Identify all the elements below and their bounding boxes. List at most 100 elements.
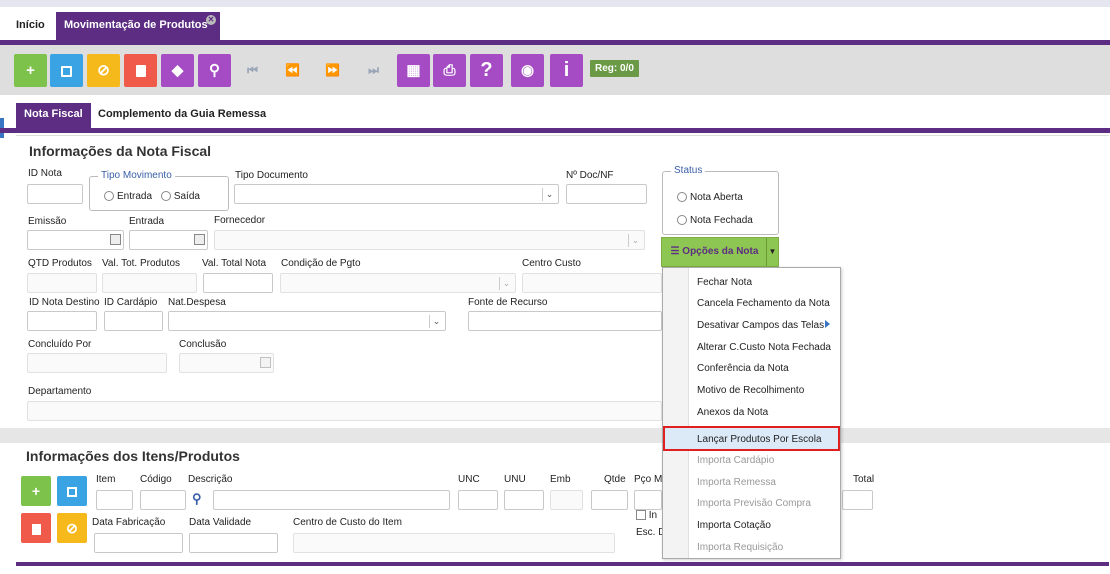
tipo-movimento-group: Tipo Movimento Entrada Saída <box>89 170 229 211</box>
fornecedor-select[interactable]: ⌄ <box>214 230 645 250</box>
menu-item-importa-requisicao: Importa Requisição <box>697 542 784 553</box>
previous-record-icon[interactable]: ⏪ <box>276 54 309 87</box>
menu-item-anexos[interactable]: Anexos da Nota <box>697 407 768 418</box>
menu-item-alterar-ccusto[interactable]: Alterar C.Custo Nota Fechada <box>697 342 831 353</box>
status-group: Status Nota Aberta Nota Fechada <box>662 165 779 235</box>
delete-item-button[interactable] <box>21 513 51 543</box>
saida-radio[interactable] <box>160 191 171 202</box>
section-title-itens: Informações dos Itens/Produtos <box>26 448 240 464</box>
opcoes-nota-button[interactable]: ☰ Opções da Nota ▼ <box>661 237 779 267</box>
clear-button[interactable]: ◆ <box>161 54 194 87</box>
qtd-produtos-field[interactable] <box>27 273 97 293</box>
entrada-data-label: Entrada <box>129 216 165 227</box>
tab-nota-fiscal[interactable]: Nota Fiscal <box>16 103 91 128</box>
fonte-recurso-field[interactable] <box>468 311 662 331</box>
entrada-radio[interactable] <box>104 191 114 202</box>
preco-field[interactable] <box>634 490 662 510</box>
menu-item-cancela-fechamento[interactable]: Cancela Fechamento da Nota <box>697 298 830 309</box>
menu-item-importa-previsao: Importa Previsão Compra <box>697 498 811 509</box>
printer-icon: ⎙ <box>443 62 456 79</box>
print-button[interactable]: ⎙ <box>433 54 466 87</box>
top-strip <box>0 0 1110 7</box>
last-record-icon[interactable]: ⏭ <box>357 54 390 87</box>
id-cardapio-field[interactable] <box>104 311 163 331</box>
calendar-icon[interactable] <box>110 234 121 245</box>
qtde-field[interactable] <box>591 490 628 510</box>
info-button[interactable]: i <box>550 54 583 87</box>
tab-movimentacao[interactable]: Movimentação de Produtos ✕ <box>56 12 220 40</box>
caret-down-icon[interactable]: ▼ <box>766 238 778 266</box>
data-validade-field[interactable] <box>189 533 278 553</box>
save-button[interactable] <box>50 54 83 87</box>
tab-movimentacao-label: Movimentação de Produtos <box>64 19 208 31</box>
item-label: Item <box>96 474 116 485</box>
help-button[interactable]: ? <box>470 54 503 87</box>
nota-fechada-label: Nota Fechada <box>690 215 753 226</box>
tipo-documento-label: Tipo Documento <box>235 170 308 181</box>
search-button[interactable]: ⚲ <box>198 54 231 87</box>
opcoes-nota-main[interactable]: ☰ Opções da Nota <box>662 238 767 266</box>
save-item-button[interactable] <box>57 476 87 506</box>
descricao-field[interactable] <box>213 490 450 510</box>
unc-field[interactable] <box>458 490 498 510</box>
emissao-field[interactable] <box>27 230 124 250</box>
add-button[interactable]: + <box>14 54 47 87</box>
search-icon[interactable]: ⚲ <box>192 491 202 507</box>
calendar-icon[interactable] <box>260 357 271 368</box>
tab-home[interactable]: Início <box>8 12 53 40</box>
val-tot-produtos-field[interactable] <box>102 273 197 293</box>
departamento-field[interactable] <box>27 401 662 421</box>
view-button[interactable]: ◉ <box>511 54 544 87</box>
menu-item-desativar-campos[interactable]: Desativar Campos das Telas <box>697 320 824 331</box>
id-nota-destino-field[interactable] <box>27 311 97 331</box>
add-item-button[interactable]: + <box>21 476 51 506</box>
chevron-down-icon: ⌄ <box>499 277 513 290</box>
concluido-por-label: Concluído Por <box>28 339 92 350</box>
entrada-data-field[interactable] <box>129 230 208 250</box>
data-fabricacao-field[interactable] <box>94 533 183 553</box>
nota-fechada-radio[interactable] <box>677 215 687 226</box>
eye-icon: ◉ <box>520 62 535 79</box>
chevron-down-icon: ⌄ <box>542 188 556 201</box>
conclusao-field[interactable] <box>179 353 274 373</box>
codigo-field[interactable] <box>140 490 186 510</box>
close-icon[interactable]: ✕ <box>206 15 216 25</box>
menu-item-motivo-recolhimento[interactable]: Motivo de Recolhimento <box>697 385 804 396</box>
bottom-bar <box>16 562 1109 566</box>
delete-button[interactable] <box>124 54 157 87</box>
condicao-pgto-select[interactable]: ⌄ <box>280 273 516 293</box>
nat-despesa-select[interactable]: ⌄ <box>168 311 446 331</box>
centro-custo-field[interactable] <box>522 273 662 293</box>
calendar-icon[interactable] <box>194 234 205 245</box>
cancel-button[interactable]: ⊘ <box>87 54 120 87</box>
tab-complemento-guia[interactable]: Complemento da Guia Remessa <box>90 103 274 128</box>
menu-item-fechar-nota[interactable]: Fechar Nota <box>697 277 752 288</box>
centro-custo-item-label: Centro de Custo do Item <box>293 517 402 528</box>
menu-icon-strip <box>663 268 689 558</box>
emb-label: Emb <box>550 474 571 485</box>
num-doc-field[interactable] <box>566 184 647 204</box>
menu-item-lancar-produtos[interactable]: Lançar Produtos Por Escola <box>697 434 822 445</box>
concluido-por-field[interactable] <box>27 353 167 373</box>
menu-item-conferencia[interactable]: Conferência da Nota <box>697 363 789 374</box>
val-total-nota-field[interactable] <box>203 273 273 293</box>
menu-item-importa-cotacao[interactable]: Importa Cotação <box>697 520 771 531</box>
tab-bar: Início Movimentação de Produtos ✕ <box>0 8 1110 40</box>
id-nota-field[interactable] <box>27 184 83 204</box>
next-record-icon[interactable]: ⏩ <box>316 54 349 87</box>
total-field[interactable] <box>842 490 873 510</box>
unu-field[interactable] <box>504 490 544 510</box>
cancel-icon: ⊘ <box>66 520 78 536</box>
tipo-documento-select[interactable]: ⌄ <box>234 184 559 204</box>
emb-field[interactable] <box>550 490 583 510</box>
subtab-bar: Nota Fiscal Complemento da Guia Remessa <box>0 95 1110 128</box>
in-checkbox[interactable] <box>636 510 646 521</box>
centro-custo-item-field[interactable] <box>293 533 615 553</box>
menu-item-importa-cardapio: Importa Cardápio <box>697 455 775 466</box>
table-icon: ▦ <box>406 62 421 79</box>
nota-aberta-radio[interactable] <box>677 192 687 203</box>
first-record-icon[interactable]: ⏮ <box>236 54 269 87</box>
cancel-item-button[interactable]: ⊘ <box>57 513 87 543</box>
table-button[interactable]: ▦ <box>397 54 430 87</box>
item-field[interactable] <box>96 490 133 510</box>
